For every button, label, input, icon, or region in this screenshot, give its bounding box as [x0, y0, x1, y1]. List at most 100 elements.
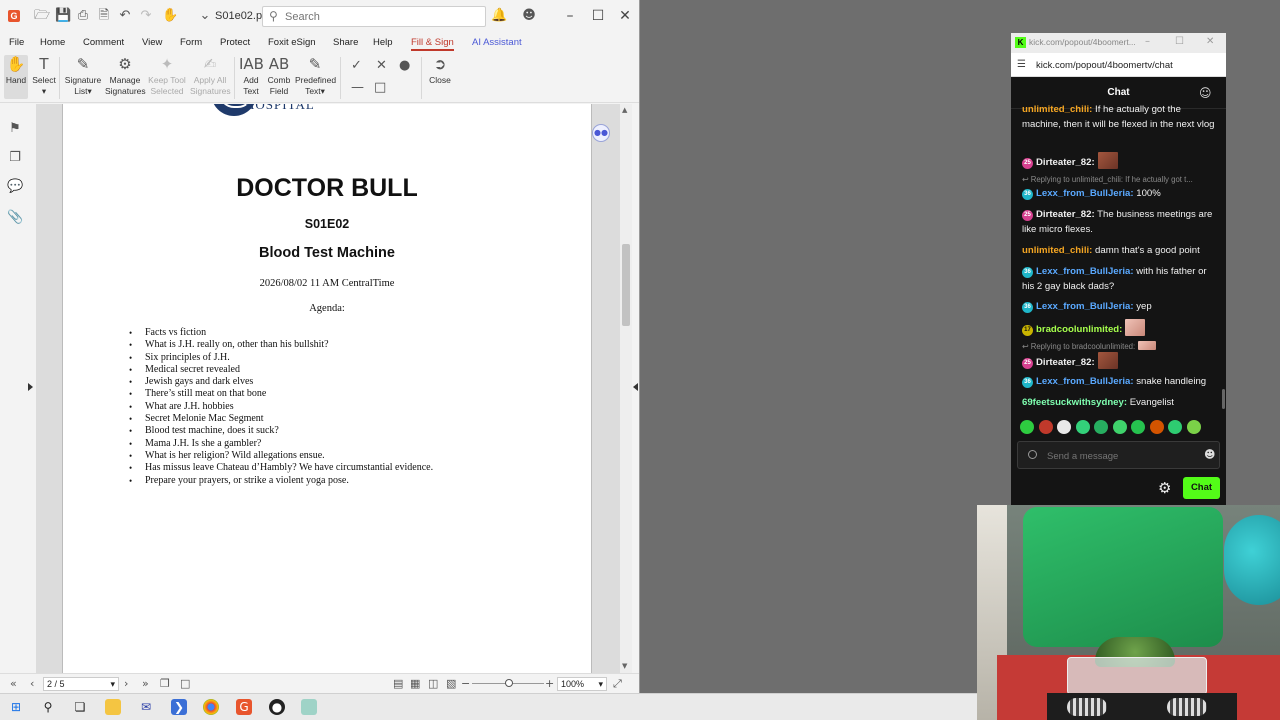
chat-username[interactable]: Dirteater_82:: [1036, 209, 1095, 220]
single-page-icon[interactable]: ▤: [393, 677, 403, 690]
reply-context[interactable]: ↩ Replying to unlimited_chili: If he act…: [1022, 175, 1218, 184]
page-dropdown-icon[interactable]: ▾: [110, 678, 115, 690]
hand-tool-button[interactable]: ✋ Hand: [4, 55, 28, 99]
filename-chevron-icon[interactable]: ⌄: [198, 9, 212, 23]
rectangle-tool-icon[interactable]: □: [374, 80, 386, 95]
zoom-slider-thumb[interactable]: [505, 679, 513, 687]
continuous-page-icon[interactable]: ▦: [410, 677, 420, 690]
line-tool-icon[interactable]: —: [351, 80, 364, 95]
menu-view[interactable]: View: [142, 37, 162, 48]
user-list-icon[interactable]: ☺: [1199, 86, 1212, 100]
continuous-facing-icon[interactable]: ▧: [446, 677, 456, 690]
notification-bell-icon[interactable]: 🔔: [491, 9, 507, 23]
message-input[interactable]: [1047, 449, 1197, 463]
taskbar-search-icon[interactable]: ⚲: [40, 699, 56, 715]
emote-button[interactable]: [1076, 420, 1090, 434]
apply-all-signatures-button[interactable]: ✍ Apply All Signatures: [190, 55, 231, 97]
vscode-icon[interactable]: ❯: [171, 699, 187, 715]
scroll-down-icon[interactable]: ▼: [622, 662, 627, 670]
keep-tool-selected-button[interactable]: ✦ Keep Tool Selected: [148, 55, 186, 97]
chat-username[interactable]: unlimited_chili:: [1022, 104, 1092, 115]
fit-page-icon[interactable]: □: [180, 677, 190, 690]
chat-username[interactable]: Lexx_from_BullJeria:: [1036, 188, 1134, 199]
signature-list-button[interactable]: ✎ Signature List▾: [64, 55, 102, 97]
search-input[interactable]: [285, 10, 475, 24]
menu-form[interactable]: Form: [180, 37, 202, 48]
pages-icon[interactable]: ❐: [7, 150, 23, 166]
zoom-level-field[interactable]: 100% ▾: [557, 677, 607, 691]
bookmark-icon[interactable]: ⚑: [7, 121, 23, 137]
emote-button[interactable]: [1187, 420, 1201, 434]
app-window-icon[interactable]: [301, 699, 317, 715]
chat-username[interactable]: Lexx_from_BullJeria:: [1036, 266, 1134, 277]
vertical-scrollbar[interactable]: ▲ ▼: [620, 104, 632, 673]
attachment-icon[interactable]: 📎: [7, 210, 23, 226]
menu-home[interactable]: Home: [40, 37, 65, 48]
obs-icon[interactable]: ●: [269, 699, 285, 715]
menu-ai-assistant[interactable]: AI Assistant: [472, 37, 522, 48]
menu-protect[interactable]: Protect: [220, 37, 250, 48]
maximize-button[interactable]: ☐: [590, 8, 606, 24]
dot-tool-icon[interactable]: ●: [399, 58, 410, 73]
redo-icon[interactable]: ↷: [139, 9, 153, 23]
previous-page-icon[interactable]: ‹: [30, 677, 34, 690]
select-tool-button[interactable]: T Select ▾: [32, 55, 56, 97]
task-view-icon[interactable]: ❏: [72, 699, 88, 715]
send-chat-button[interactable]: Chat: [1183, 477, 1220, 499]
open-folder-icon[interactable]: 🗁: [34, 9, 50, 23]
chat-message-list[interactable]: unlimited_chili: If he actually got the …: [1011, 103, 1226, 409]
address-bar[interactable]: ☰ kick.com/popout/4boomertv/chat: [1011, 53, 1226, 77]
scroll-up-icon[interactable]: ▲: [622, 106, 627, 114]
emote-button[interactable]: [1131, 420, 1145, 434]
emote-button[interactable]: [1094, 420, 1108, 434]
collapse-right-panel-arrow[interactable]: [633, 383, 638, 391]
minimize-button[interactable]: –: [562, 8, 578, 24]
security-app-icon[interactable]: ✉: [138, 699, 154, 715]
undo-icon[interactable]: ↶: [118, 9, 132, 23]
chat-settings-gear-icon[interactable]: ⚙: [1158, 479, 1171, 497]
emote-button[interactable]: [1168, 420, 1182, 434]
chat-minimize-button[interactable]: –: [1145, 36, 1150, 47]
last-page-icon[interactable]: »: [142, 677, 149, 690]
document-viewport[interactable]: HOSPITAL DOCTOR BULL S01E02 Blood Test M…: [36, 104, 620, 673]
save-icon[interactable]: 💾: [55, 9, 71, 23]
scrollbar-thumb[interactable]: [622, 244, 630, 326]
close-window-button[interactable]: ✕: [617, 8, 633, 24]
chat-username[interactable]: Dirteater_82:: [1036, 357, 1095, 368]
menu-foxit-esign[interactable]: Foxit eSign: [268, 37, 316, 48]
message-input-box[interactable]: ☻: [1017, 441, 1220, 469]
chat-username[interactable]: unlimited_chili:: [1022, 245, 1092, 256]
search-box[interactable]: ⚲: [262, 6, 486, 27]
menu-share[interactable]: Share: [333, 37, 358, 48]
emote-button[interactable]: [1150, 420, 1164, 434]
chat-username[interactable]: bradcoolunlimited:: [1036, 324, 1122, 335]
manage-signatures-button[interactable]: ⚙ Manage Signatures: [105, 55, 146, 97]
emoji-picker-icon[interactable]: ☻: [1204, 448, 1215, 461]
next-page-icon[interactable]: ›: [124, 677, 128, 690]
facing-page-icon[interactable]: ◫: [428, 677, 438, 690]
zoom-in-icon[interactable]: +: [545, 677, 554, 690]
close-fill-sign-button[interactable]: ➲ Close: [427, 55, 453, 86]
hand-dropdown-icon[interactable]: ✋: [162, 9, 178, 23]
comments-icon[interactable]: 💬: [7, 179, 23, 195]
site-settings-icon[interactable]: ☰: [1017, 59, 1026, 70]
menu-help[interactable]: Help: [373, 37, 393, 48]
cross-tool-icon[interactable]: ✕: [376, 58, 387, 73]
copy-view-icon[interactable]: ❐: [160, 677, 170, 690]
comb-field-button[interactable]: AB Comb Field: [266, 55, 292, 97]
zoom-dropdown-icon[interactable]: ▾: [598, 678, 603, 690]
chat-scrollbar[interactable]: [1222, 389, 1225, 409]
menu-file[interactable]: File: [9, 37, 24, 48]
predefined-text-button[interactable]: ✎ Predefined Text▾: [295, 55, 336, 97]
ai-assistant-floating-icon[interactable]: ●●: [592, 124, 610, 142]
chat-maximize-button[interactable]: ☐: [1175, 36, 1184, 47]
emote-button[interactable]: [1113, 420, 1127, 434]
first-page-icon[interactable]: «: [10, 677, 17, 690]
chat-username[interactable]: 69feetsuckwithsydney:: [1022, 397, 1127, 408]
start-windows-icon[interactable]: ⊞: [8, 699, 24, 715]
page-number-field[interactable]: 2 / 5 ▾: [43, 677, 119, 691]
new-document-icon[interactable]: 🗎: [97, 9, 111, 23]
emote-button[interactable]: [1039, 420, 1053, 434]
chat-rules-icon[interactable]: [1028, 450, 1037, 459]
expand-left-panel-arrow[interactable]: [28, 383, 33, 391]
